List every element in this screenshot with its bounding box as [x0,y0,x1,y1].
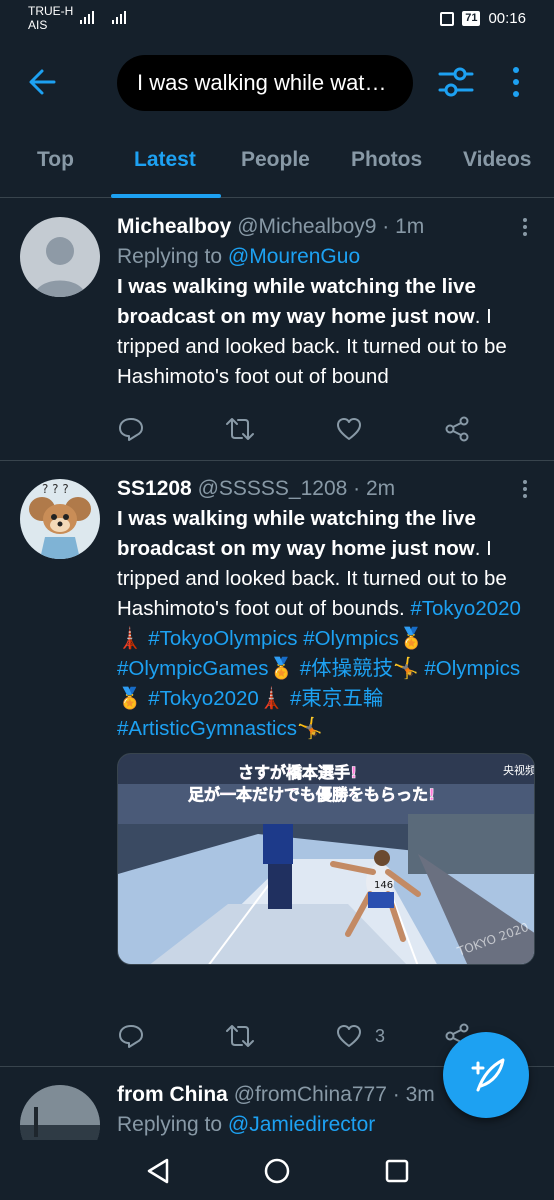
media-caption-line1: さすが橋本選手! [238,763,357,782]
like-button[interactable]: 3 [335,1021,385,1051]
search-input[interactable]: I was walking while watching the live br… [117,55,413,111]
like-button[interactable] [335,414,363,444]
tweet-menu-icon[interactable] [522,480,528,502]
nav-recents-icon[interactable] [382,1156,412,1186]
compose-tweet-button[interactable] [443,1032,529,1118]
nav-back-icon[interactable] [143,1156,173,1186]
reply-mention-link[interactable]: @MourenGuo [228,245,360,268]
tweet-actions [117,414,477,444]
reply-button[interactable] [117,414,145,444]
search-header: I was walking while watching the live br… [0,52,554,112]
hashtag[interactable]: #体操競技 [300,657,393,680]
hashtag[interactable]: #Tokyo2020 [148,687,259,710]
timestamp: · 1m [382,215,425,238]
tab-videos[interactable]: Videos [463,148,531,172]
retweet-button[interactable] [225,414,255,444]
system-navigation-bar [0,1140,554,1200]
avatar[interactable] [20,217,100,297]
retweet-icon [226,1025,254,1047]
handle[interactable]: @SSSSS_1208 [198,477,348,500]
hashtag[interactable]: #ArtisticGymnastics [117,717,297,740]
avatar[interactable]: ? ? ? [20,479,100,559]
clock: 00:16 [488,10,526,27]
tweet-actions: 3 [117,1021,477,1051]
signal-icon-2 [112,10,126,24]
search-tabs: Top Latest People Photos Videos [0,130,554,198]
timestamp: · 3m [392,1083,435,1106]
back-arrow-icon[interactable] [24,62,64,102]
tweet[interactable]: ? ? ? SS1208 @SSSSS_1208 · 2m I was walk… [0,461,554,1067]
share-button[interactable] [443,414,471,444]
status-bar: TRUE-H AIS 71 00:16 [0,0,554,40]
tab-photos[interactable]: Photos [351,148,422,172]
retweet-icon [226,418,254,440]
hashtag[interactable]: #Olympics [303,627,399,650]
default-avatar-icon [34,237,86,297]
vibrate-icon [440,11,455,26]
reply-icon [119,1025,143,1048]
heart-icon [337,418,361,440]
athlete-bib-number: 146 [374,880,393,891]
battery-icon: 71 [462,11,481,26]
retweet-button[interactable] [225,1021,255,1051]
timestamp: · 2m [353,477,396,500]
tweet-menu-icon[interactable] [522,218,528,240]
hashtag[interactable]: #Olympics [424,657,520,680]
hashtag[interactable]: #TokyoOlympics [148,627,297,650]
signal-icon [80,10,94,24]
reply-button[interactable] [117,1021,145,1051]
cartoon-mouse-avatar-icon: ? ? ? [29,482,91,559]
display-name[interactable]: Michealboy [117,215,231,238]
tweet-text: I was walking while watching the live br… [117,507,521,740]
handle[interactable]: @fromChina777 [234,1083,387,1106]
handle[interactable]: @Michealboy9 [237,215,376,238]
svg-text:? ? ?: ? ? ? [42,482,69,496]
share-icon [445,416,469,442]
hashtag[interactable]: #Tokyo2020 [410,597,521,620]
reply-mention-link[interactable]: @Jamiedirector [228,1113,375,1136]
more-options-icon[interactable] [506,64,526,100]
avatar[interactable] [20,1085,100,1140]
carrier-label: TRUE-H AIS [28,4,74,32]
tab-latest[interactable]: Latest [134,148,196,172]
heart-icon [337,1025,361,1047]
hashtag[interactable]: #東京五輪 [290,687,383,710]
reply-icon [119,418,143,441]
gymnastics-photo: 146 さすが橋本選手! 足が一本だけでも優勝をもらった! 央视频 TOKYO … [118,754,535,964]
landscape-avatar-icon [20,1085,100,1140]
media-caption-line2: 足が一本だけでも優勝をもらった! [188,785,435,804]
tweet-text: I was walking while watching the live br… [117,275,507,388]
display-name[interactable]: from China [117,1083,228,1106]
tab-top[interactable]: Top [37,148,74,172]
active-tab-indicator [111,194,221,198]
hashtag[interactable]: #OlympicGames [117,657,269,680]
replying-to: Replying to @MourenGuo [117,245,361,268]
broadcaster-watermark: 央视频 [503,763,535,777]
filter-sliders-icon[interactable] [436,62,476,102]
like-count: 3 [375,1025,386,1046]
tweet-media-image[interactable]: 146 さすが橋本選手! 足が一本だけでも優勝をもらった! 央视频 TOKYO … [117,753,535,965]
tab-people[interactable]: People [241,148,310,172]
tweet[interactable]: Michealboy @Michealboy9 · 1m Replying to… [0,199,554,461]
compose-feather-icon [471,1058,505,1092]
nav-home-icon[interactable] [262,1156,292,1186]
display-name[interactable]: SS1208 [117,477,192,500]
